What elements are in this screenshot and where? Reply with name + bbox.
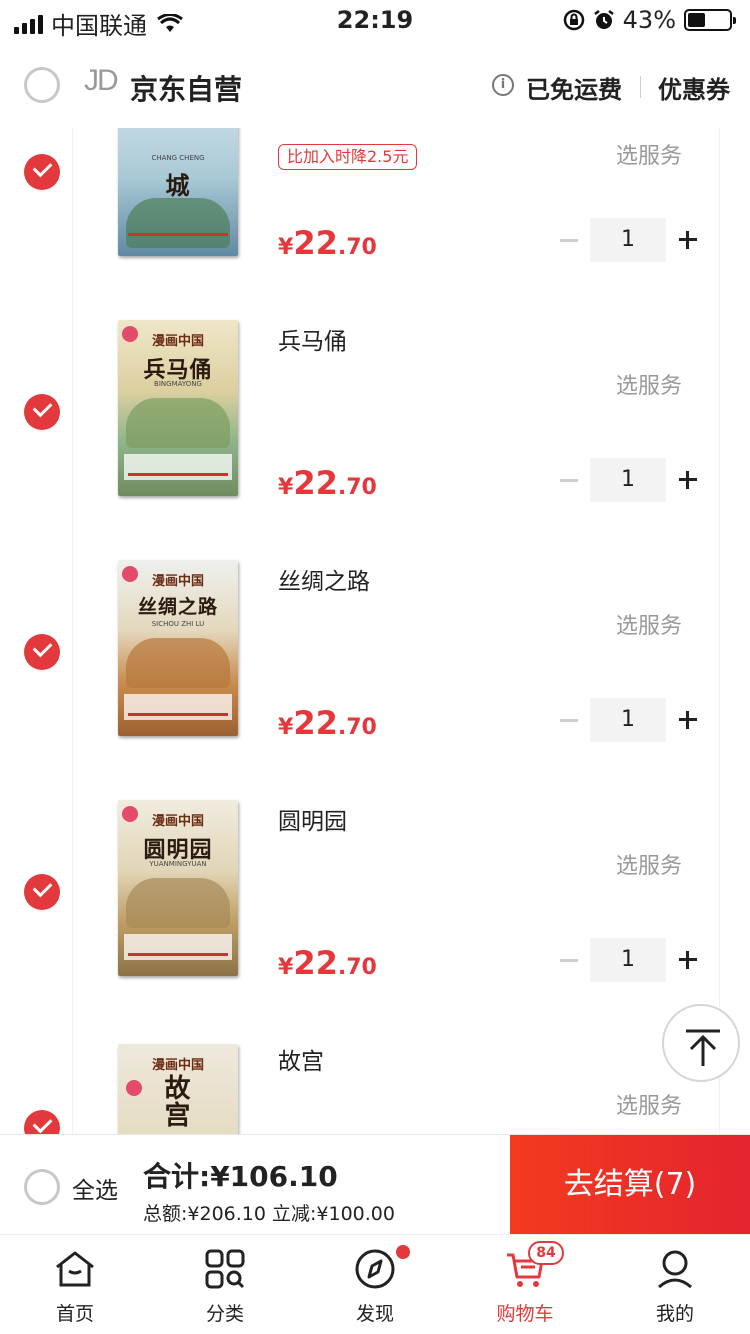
item-name[interactable]: 圆明园 bbox=[278, 802, 347, 836]
cover-art bbox=[126, 638, 230, 688]
tab-discover[interactable]: 发现 bbox=[300, 1235, 450, 1334]
cart-item-list[interactable]: 城 CHANG CHENG 比加入时降2.5元 选服务 ¥22.70 1 漫画中… bbox=[0, 128, 750, 1134]
select-all-label[interactable]: 全选 bbox=[72, 1171, 118, 1205]
increase-button[interactable] bbox=[679, 471, 697, 489]
cover-series: 漫画中国 bbox=[151, 334, 204, 349]
status-right: 43% bbox=[563, 6, 736, 34]
subtotal-breakdown[interactable]: 总额:¥206.10 立减:¥100.00 bbox=[143, 1199, 395, 1226]
cover-art bbox=[126, 198, 230, 248]
cover-series: 漫画中国 bbox=[151, 1058, 204, 1073]
tab-label: 首页 bbox=[55, 1303, 94, 1325]
item-check-icon[interactable] bbox=[24, 634, 60, 670]
select-service-button[interactable]: 选服务 bbox=[616, 368, 682, 400]
tab-mine[interactable]: 我的 bbox=[600, 1235, 750, 1334]
book-cover[interactable]: 漫画中国 兵马俑 BINGMAYONG bbox=[118, 320, 238, 496]
shop-select-radio[interactable] bbox=[24, 67, 60, 103]
freight-label: 已免运费 bbox=[526, 76, 622, 104]
header-divider bbox=[640, 76, 641, 98]
total-price: 合计:¥106.10 bbox=[143, 1160, 338, 1193]
alarm-icon bbox=[593, 10, 614, 29]
select-service-button[interactable]: 选服务 bbox=[616, 138, 682, 170]
tab-label: 购物车 bbox=[496, 1303, 554, 1325]
item-check-icon[interactable] bbox=[24, 154, 60, 190]
cart-item: 漫画中国 圆明园 YUANMINGYUAN 圆明园 选服务 ¥22.70 1 bbox=[0, 736, 750, 982]
back-to-top-button[interactable] bbox=[662, 1004, 740, 1082]
shop-header: JD 京东自营 i 已免运费 优惠券 bbox=[0, 42, 750, 128]
cart-count-badge: 84 bbox=[528, 1241, 564, 1265]
cover-pinyin: BINGMAYONG bbox=[154, 380, 202, 388]
battery-percent: 43% bbox=[622, 6, 676, 34]
increase-button[interactable] bbox=[679, 231, 697, 249]
select-service-button[interactable]: 选服务 bbox=[616, 848, 682, 880]
discover-notification-dot bbox=[396, 1245, 410, 1259]
decrease-button[interactable] bbox=[560, 239, 578, 242]
decrease-button[interactable] bbox=[560, 959, 578, 962]
checkout-button[interactable]: 去结算(7) bbox=[510, 1135, 750, 1235]
compass-icon bbox=[355, 1249, 395, 1289]
cover-title: 故宫 bbox=[160, 1074, 190, 1128]
increase-button[interactable] bbox=[679, 951, 697, 969]
tab-cart[interactable]: 购物车 bbox=[450, 1235, 600, 1334]
arrow-up-icon bbox=[686, 1029, 720, 1066]
bottom-tab-bar: 首页 分类 发现 购物车 我的 84 bbox=[0, 1234, 750, 1334]
coupon-button[interactable]: 优惠券 bbox=[658, 70, 730, 105]
item-name[interactable]: 故宫 bbox=[278, 1042, 324, 1076]
cart-item: 城 CHANG CHENG 比加入时降2.5元 选服务 ¥22.70 1 bbox=[0, 128, 750, 262]
cover-art bbox=[126, 398, 230, 448]
decrease-button[interactable] bbox=[560, 719, 578, 722]
tab-category[interactable]: 分类 bbox=[150, 1235, 300, 1334]
battery-icon bbox=[684, 9, 736, 31]
cover-title: 城 bbox=[165, 172, 191, 200]
cover-art bbox=[126, 878, 230, 928]
home-icon bbox=[56, 1251, 94, 1287]
book-cover[interactable]: 漫画中国 丝绸之路 SICHOU ZHI LU bbox=[118, 560, 238, 736]
rotation-lock-icon bbox=[563, 9, 584, 31]
decrease-button[interactable] bbox=[560, 479, 578, 482]
tab-label: 发现 bbox=[355, 1303, 394, 1325]
select-service-button[interactable]: 选服务 bbox=[616, 1088, 682, 1120]
book-cover[interactable]: 城 CHANG CHENG bbox=[118, 128, 238, 256]
cart-item: 漫画中国 兵马俑 BINGMAYONG 兵马俑 选服务 ¥22.70 1 bbox=[0, 256, 750, 502]
user-icon bbox=[658, 1250, 692, 1289]
info-icon[interactable]: i bbox=[492, 74, 514, 96]
shop-name[interactable]: 京东自营 bbox=[130, 68, 242, 108]
select-all-radio[interactable] bbox=[24, 1169, 60, 1205]
cart-item: 漫画中国 故宫 故宫 选服务 bbox=[0, 976, 750, 1134]
tab-label: 分类 bbox=[205, 1303, 244, 1325]
book-cover[interactable]: 漫画中国 故宫 bbox=[118, 1044, 238, 1134]
book-cover[interactable]: 漫画中国 圆明园 YUANMINGYUAN bbox=[118, 800, 238, 976]
item-check-icon[interactable] bbox=[24, 394, 60, 430]
tab-label: 我的 bbox=[655, 1303, 694, 1325]
tab-home[interactable]: 首页 bbox=[0, 1235, 150, 1334]
cover-pinyin: SICHOU ZHI LU bbox=[151, 620, 205, 628]
item-check-icon[interactable] bbox=[24, 1110, 60, 1134]
cover-pinyin: YUANMINGYUAN bbox=[149, 860, 207, 868]
category-icon bbox=[205, 1249, 245, 1289]
cover-title: 丝绸之路 bbox=[137, 596, 218, 618]
price-drop-tag: 比加入时降2.5元 bbox=[278, 144, 418, 170]
item-name[interactable]: 丝绸之路 bbox=[278, 562, 370, 596]
cover-series: 漫画中国 bbox=[151, 574, 204, 589]
select-service-button[interactable]: 选服务 bbox=[616, 608, 682, 640]
jd-logo: JD bbox=[84, 64, 119, 97]
cover-pinyin: CHANG CHENG bbox=[151, 154, 205, 162]
cart-item: 漫画中国 丝绸之路 SICHOU ZHI LU 丝绸之路 选服务 ¥22.70 … bbox=[0, 496, 750, 742]
checkout-bar: 全选 合计:¥106.10 总额:¥206.10 立减:¥100.00 去结算(… bbox=[0, 1134, 750, 1235]
item-check-icon[interactable] bbox=[24, 874, 60, 910]
status-bar: 中国联通 22:19 43% bbox=[0, 0, 750, 42]
cover-series: 漫画中国 bbox=[151, 814, 204, 829]
item-name[interactable]: 兵马俑 bbox=[278, 322, 347, 356]
increase-button[interactable] bbox=[679, 711, 697, 729]
